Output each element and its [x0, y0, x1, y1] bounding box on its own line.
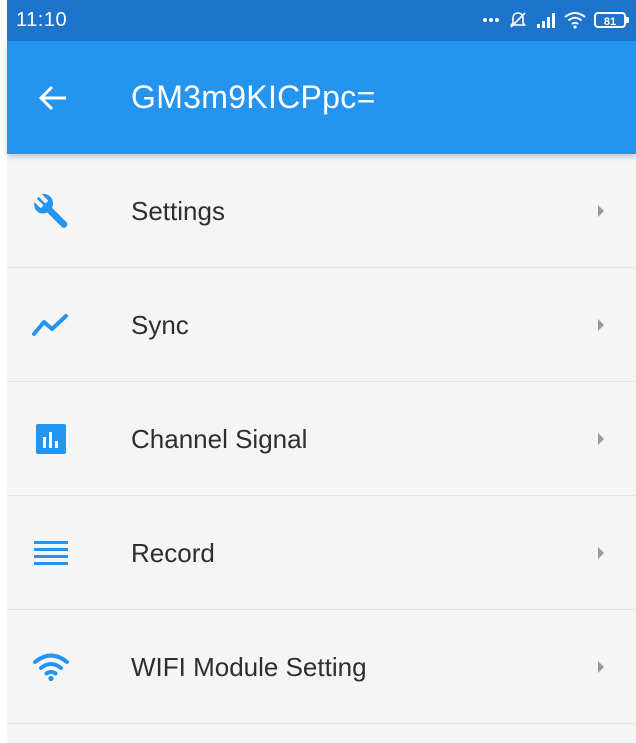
line-chart-icon — [31, 306, 71, 344]
menu-item-sync[interactable]: Sync — [7, 268, 636, 382]
page-title: GM3m9KICPpc= — [131, 79, 376, 115]
menu-item-label: WIFI Module Setting — [131, 652, 367, 682]
status-icons: 81 — [482, 6, 629, 34]
list-lines-icon — [31, 534, 71, 572]
notifications-muted-icon — [509, 12, 527, 28]
menu-list: Settings Sync Channel Signal Record WIFI… — [7, 154, 636, 724]
battery-indicator: 81 — [594, 12, 629, 28]
wifi-status-icon — [564, 12, 586, 29]
app-bar: GM3m9KICPpc= — [7, 41, 636, 154]
menu-item-settings[interactable]: Settings — [7, 154, 636, 268]
menu-item-label: Sync — [131, 310, 189, 340]
back-button[interactable] — [31, 76, 75, 120]
menu-item-record[interactable]: Record — [7, 496, 636, 610]
phone-screen: 11:10 81 GM3m9KICPpc= Settings Sync Chan… — [7, 0, 636, 743]
bar-chart-icon — [31, 420, 71, 458]
menu-item-label: Channel Signal — [131, 424, 308, 454]
signal-icon — [537, 13, 555, 28]
status-bar: 11:10 81 — [7, 0, 636, 41]
menu-item-label: Record — [131, 538, 215, 568]
chevron-right-icon — [598, 547, 604, 559]
menu-item-label: Settings — [131, 196, 225, 226]
chevron-right-icon — [598, 661, 604, 673]
wifi-icon — [31, 648, 71, 686]
arrow-left-icon — [38, 85, 66, 111]
menu-item-channel-signal[interactable]: Channel Signal — [7, 382, 636, 496]
menu-item-wifi-module-setting[interactable]: WIFI Module Setting — [7, 610, 636, 724]
chevron-right-icon — [598, 205, 604, 217]
more-dots-icon — [483, 18, 499, 22]
wrench-icon — [31, 192, 71, 230]
status-time: 11:10 — [16, 9, 68, 31]
chevron-right-icon — [598, 319, 604, 331]
chevron-right-icon — [598, 433, 604, 445]
